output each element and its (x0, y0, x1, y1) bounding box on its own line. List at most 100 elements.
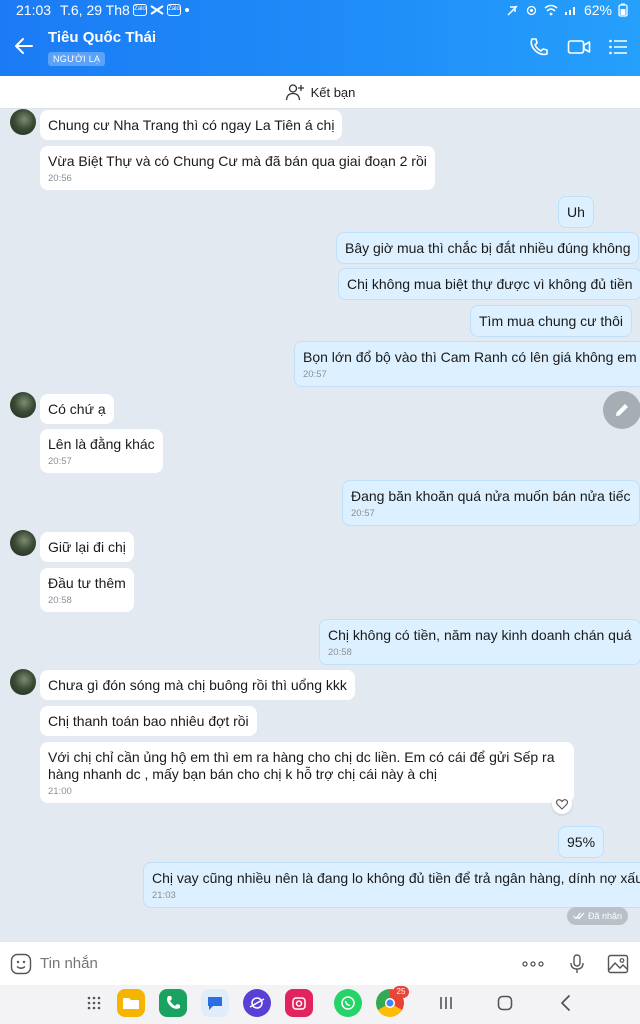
app-header: 21:03 T.6, 29 Th8 Zalo Zalo 62% Tiêu Quố… (0, 0, 640, 76)
message-text: Với chị chỉ cần ủng hộ em thì em ra hàng… (48, 749, 555, 782)
stranger-badge: NGƯỜI LẠ (48, 52, 106, 66)
message-text: 95% (567, 834, 596, 850)
message-bubble-outgoing[interactable]: Đang băn khoăn quá nửa muốn bán nửa tiếc… (342, 480, 640, 526)
message-text: Chị vay cũng nhiều nên là đang lo không … (152, 870, 640, 886)
contact-avatar[interactable] (10, 392, 36, 418)
microphone-icon[interactable] (566, 953, 588, 975)
message-bubble-outgoing[interactable]: Chị không mua biệt thự được vì không đủ … (338, 268, 640, 300)
menu-list-icon[interactable] (608, 37, 628, 57)
message-time: 20:58 (328, 647, 352, 658)
notification-count-badge: 25 (393, 986, 409, 998)
message-composer (0, 941, 640, 985)
status-time: 21:03 (16, 2, 52, 18)
video-call-icon[interactable] (567, 37, 591, 57)
message-bubble-incoming[interactable]: Giữ lại đi chị (40, 532, 134, 562)
status-bar: 21:03 T.6, 29 Th8 Zalo Zalo 62% (0, 0, 640, 22)
chat-bubble-icon (208, 997, 222, 1010)
message-bubble-incoming[interactable]: Có chứ ạ (40, 394, 114, 424)
camera-icon (292, 997, 306, 1010)
message-time: 21:00 (48, 786, 72, 797)
notification-icons: Zalo Zalo (133, 4, 190, 16)
message-time: 20:56 (48, 173, 72, 184)
battery-icon (618, 3, 628, 17)
heart-icon (556, 798, 568, 810)
emoji-sticker-icon[interactable] (10, 953, 32, 975)
delivered-status-badge: Đã nhận (567, 907, 629, 925)
message-input[interactable] (40, 953, 440, 975)
message-bubble-incoming[interactable]: Với chị chỉ cần ủng hộ em thì em ra hàng… (40, 742, 574, 803)
message-list[interactable]: Chung cư Nha Trang thì có ngay La Tiên á… (0, 109, 640, 941)
planet-icon (249, 997, 265, 1009)
recent-apps-icon[interactable] (437, 994, 455, 1012)
message-text: Chị không mua biệt thự được vì không đủ … (347, 276, 633, 292)
message-bubble-incoming[interactable]: Đầu tư thêm 20:58 (40, 568, 134, 612)
system-icons: 62% (506, 2, 628, 18)
message-text: Vừa Biệt Thự và có Chung Cư mà đã bán qu… (48, 153, 427, 169)
message-text: Chị thanh toán bao nhiêu đợt rồi (48, 713, 249, 729)
contact-avatar[interactable] (10, 530, 36, 556)
message-bubble-outgoing[interactable]: Tìm mua chung cư thôi (470, 305, 632, 337)
message-text: Chưa gì đón sóng mà chị buông rồi thì uổ… (48, 677, 347, 693)
browser-app-icon[interactable] (243, 989, 271, 1017)
back-arrow-icon[interactable] (14, 36, 34, 56)
message-time: 20:57 (48, 456, 72, 467)
add-user-icon (285, 84, 304, 101)
contact-avatar[interactable] (10, 109, 36, 135)
edit-button[interactable] (603, 391, 640, 429)
delivered-status-label: Đã nhận (588, 911, 623, 921)
message-text: Có chứ ạ (48, 401, 106, 417)
contact-name[interactable]: Tiêu Quốc Thái (48, 29, 156, 46)
mute-icon (507, 4, 518, 16)
message-text: Tìm mua chung cư thôi (479, 313, 623, 329)
message-bubble-outgoing[interactable]: Chị vay cũng nhiều nên là đang lo không … (143, 862, 640, 908)
message-text: Lên là đằng khác (48, 436, 155, 452)
phone-call-icon[interactable] (528, 37, 550, 57)
message-bubble-outgoing[interactable]: Uh (558, 196, 594, 228)
double-check-icon (573, 912, 585, 920)
message-time: 20:57 (303, 369, 327, 380)
whatsapp-icon (341, 996, 355, 1010)
messages-app-icon[interactable] (201, 989, 229, 1017)
message-time: 20:57 (351, 508, 375, 519)
app-drawer-icon[interactable] (86, 995, 102, 1011)
message-bubble-incoming[interactable]: Vừa Biệt Thự và có Chung Cư mà đã bán qu… (40, 146, 435, 190)
files-app-icon[interactable] (117, 989, 145, 1017)
hotspot-icon (526, 5, 537, 15)
dot-icon (185, 8, 189, 12)
system-navigation-bar: 25 (0, 985, 640, 1024)
message-text: Chị không có tiền, năm nay kinh doanh ch… (328, 627, 632, 643)
message-bubble-incoming[interactable]: Chung cư Nha Trang thì có ngay La Tiên á… (40, 110, 343, 140)
message-bubble-incoming[interactable]: Chưa gì đón sóng mà chị buông rồi thì uổ… (40, 670, 355, 700)
signal-icon (564, 7, 575, 15)
whatsapp-app-icon[interactable] (334, 989, 362, 1017)
image-gallery-icon[interactable] (607, 953, 629, 975)
add-friend-button[interactable]: Kết bạn (0, 76, 640, 109)
message-bubble-outgoing[interactable]: 95% (558, 826, 605, 858)
message-text: Uh (567, 204, 585, 220)
add-friend-label: Kết bạn (310, 84, 356, 100)
message-text: Bọn lớn đổ bộ vào thì Cam Ranh có lên gi… (303, 349, 637, 365)
message-bubble-outgoing[interactable]: Bọn lớn đổ bộ vào thì Cam Ranh có lên gi… (294, 341, 640, 387)
status-date: T.6, 29 Th8 (60, 2, 130, 18)
chrome-icon (385, 998, 395, 1008)
message-time: 20:58 (48, 595, 72, 606)
message-text: Đang băn khoăn quá nửa muốn bán nửa tiếc (351, 488, 631, 504)
message-bubble-outgoing[interactable]: Bây giờ mua thì chắc bị đắt nhiều đúng k… (336, 232, 640, 264)
message-bubble-incoming[interactable]: Lên là đằng khác 20:57 (40, 429, 163, 473)
message-text: Chung cư Nha Trang thì có ngay La Tiên á… (48, 117, 335, 133)
phone-app-icon[interactable] (159, 989, 187, 1017)
more-options-icon[interactable] (521, 953, 545, 975)
capcut-notification-icon (150, 5, 164, 15)
react-heart-button[interactable] (552, 794, 572, 814)
home-icon[interactable] (496, 994, 514, 1012)
back-icon[interactable] (557, 994, 575, 1012)
camera-app-icon[interactable] (285, 989, 313, 1017)
message-bubble-outgoing[interactable]: Chị không có tiền, năm nay kinh doanh ch… (319, 619, 640, 665)
message-text: Đầu tư thêm (48, 575, 126, 591)
message-text: Bây giờ mua thì chắc bị đắt nhiều đúng k… (345, 240, 631, 256)
phone-icon (167, 996, 180, 1009)
zalo-notification-icon: Zalo (167, 4, 181, 16)
contact-avatar[interactable] (10, 669, 36, 695)
message-bubble-incoming[interactable]: Chị thanh toán bao nhiêu đợt rồi (40, 706, 257, 736)
pencil-icon (616, 404, 628, 416)
